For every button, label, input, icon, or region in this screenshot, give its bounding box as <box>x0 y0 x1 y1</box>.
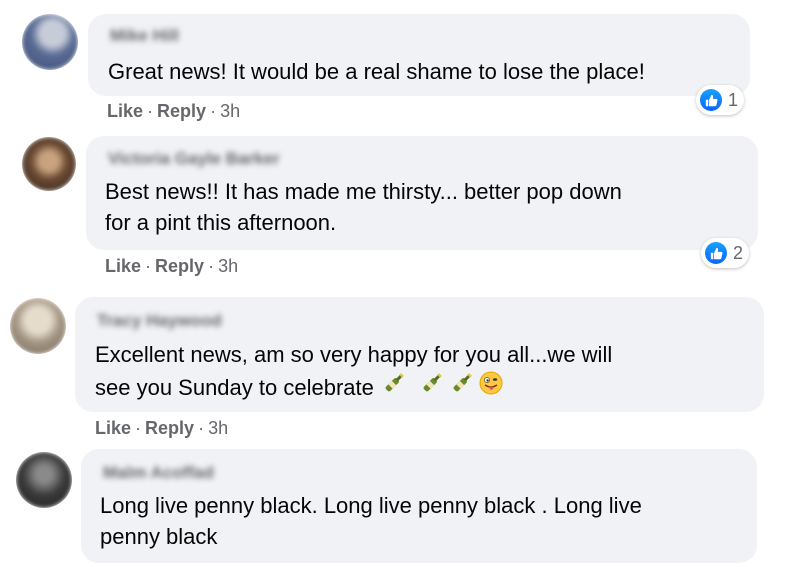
comment-author[interactable]: Victoria Gayle Barker <box>108 149 280 169</box>
comment-text-line: Best news!! It has made me thirsty... be… <box>105 179 622 204</box>
timestamp[interactable]: 3h <box>218 256 238 276</box>
reaction-count: 2 <box>733 242 744 263</box>
avatar[interactable] <box>16 452 72 508</box>
like-link[interactable]: Like <box>107 101 143 121</box>
like-link[interactable]: Like <box>95 418 131 438</box>
comment-text-line: Long live penny black. Long live penny b… <box>100 493 642 518</box>
comment-text-line: for a pint this afternoon. <box>105 210 337 235</box>
reply-link[interactable]: Reply <box>145 418 194 438</box>
reply-link[interactable]: Reply <box>155 256 204 276</box>
avatar[interactable] <box>22 14 78 70</box>
comment-bubble: Tracy Haywood Excellent news, am so very… <box>75 297 764 412</box>
thumbs-up-icon <box>705 242 727 264</box>
bottle-emoji <box>450 371 474 403</box>
bottle-emoji <box>382 371 406 403</box>
avatar[interactable] <box>22 137 76 191</box>
comment-text: Great news! It would be a real shame to … <box>108 56 645 87</box>
separator: · <box>147 101 154 121</box>
comment-bubble: Victoria Gayle Barker Best news!! It has… <box>86 136 758 250</box>
comment-author[interactable]: Malm Acoffad <box>103 463 214 483</box>
comment-bubble: Mike Hill Great news! It would be a real… <box>88 14 750 96</box>
separator: · <box>208 256 215 276</box>
separator: · <box>135 418 142 438</box>
comment-text: Long live penny black. Long live penny b… <box>100 490 642 552</box>
comment-actions: Like · Reply · 3h <box>95 418 228 439</box>
timestamp[interactable]: 3h <box>208 418 228 438</box>
comment-author[interactable]: Mike Hill <box>110 26 179 46</box>
comment-text-line: Great news! It would be a real shame to … <box>108 59 645 84</box>
comment-text-line: penny black <box>100 524 218 549</box>
comment-actions: Like · Reply · 3h <box>105 256 238 277</box>
comment-bubble: Malm Acoffad Long live penny black. Long… <box>81 449 757 563</box>
comment-author[interactable]: Tracy Haywood <box>97 311 222 331</box>
thumbs-up-icon <box>700 89 722 111</box>
reaction-count-badge[interactable]: 1 <box>696 85 745 115</box>
comment-text: Excellent news, am so very happy for you… <box>95 339 612 404</box>
comment-actions: Like · Reply · 3h <box>107 101 240 122</box>
separator: · <box>198 418 205 438</box>
reply-link[interactable]: Reply <box>157 101 206 121</box>
comment-text-line: see you Sunday to celebrate <box>95 370 612 404</box>
separator: · <box>210 101 217 121</box>
separator: · <box>145 256 152 276</box>
comment-text-line: Excellent news, am so very happy for you… <box>95 342 613 367</box>
timestamp[interactable]: 3h <box>220 101 240 121</box>
like-link[interactable]: Like <box>105 256 141 276</box>
reaction-count-badge[interactable]: 2 <box>701 238 750 268</box>
comment-text-line-2: see you Sunday to celebrate <box>95 374 374 400</box>
comment-text: Best news!! It has made me thirsty... be… <box>105 176 622 238</box>
avatar[interactable] <box>10 298 66 354</box>
reaction-count: 1 <box>728 89 739 110</box>
tongue-face-emoji <box>478 370 504 404</box>
bottle-emoji <box>420 371 444 403</box>
